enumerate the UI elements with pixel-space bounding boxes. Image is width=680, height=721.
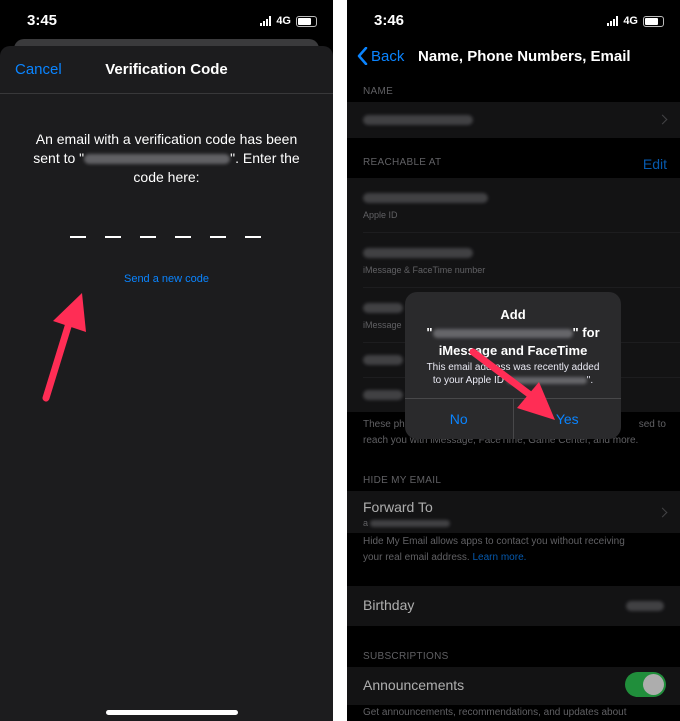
code-digit-slot (140, 236, 156, 238)
send-new-code-link[interactable]: Send a new code (0, 273, 333, 285)
right-phone-screen: 3:46 4G Back Name, Phone Numbers, Email … (347, 0, 680, 721)
alert-title-pre: " (426, 325, 433, 340)
alert-title-line-3: iMessage and FaceTime (438, 343, 588, 358)
instruction-line-2: sent to " ". Enter the (30, 149, 303, 168)
code-digit-slot (210, 236, 226, 238)
alert-no-button[interactable]: No (405, 399, 513, 439)
network-type: 4G (623, 15, 638, 27)
alert-message-line-1: This email address was recently added (426, 362, 600, 373)
alert-title-post: " for (572, 325, 600, 340)
status-icons: 4G (607, 15, 664, 27)
code-digit-slot (245, 236, 261, 238)
verification-instructions: An email with a verification code has be… (30, 130, 303, 187)
code-digit-slot (70, 236, 86, 238)
alert-title-line-1: Add (500, 307, 526, 322)
code-entry-field[interactable] (70, 236, 261, 238)
network-type: 4G (276, 15, 291, 27)
code-digit-slot (105, 236, 121, 238)
sheet-title: Verification Code (105, 61, 228, 78)
status-time: 3:45 (27, 12, 58, 29)
instruction-line-2-post: ". Enter the (230, 150, 300, 166)
instruction-line-3: code here: (133, 169, 200, 185)
back-button[interactable]: Back (357, 47, 404, 65)
chevron-left-icon (357, 47, 368, 65)
instruction-line-2-pre: sent to " (33, 150, 85, 166)
home-indicator (106, 710, 238, 715)
code-digit-slot (175, 236, 191, 238)
alert-message: This email address was recently added to… (415, 361, 611, 387)
alert-message-line-2: to your Apple ID ". (415, 374, 611, 387)
alert-buttons: No Yes (405, 398, 621, 439)
alert-title-line-2: " " for (415, 324, 611, 342)
status-icons: 4G (260, 15, 317, 27)
alert-message-pre: to your Apple ID (432, 375, 505, 386)
navigation-bar: Back Name, Phone Numbers, Email (347, 40, 680, 75)
alert-yes-button[interactable]: Yes (512, 399, 622, 439)
sheet-header: Cancel Verification Code (0, 46, 333, 94)
signal-icon (260, 16, 272, 26)
status-time: 3:46 (374, 12, 405, 29)
left-phone-screen: 3:45 4G Cancel Verification Code An emai… (0, 0, 333, 721)
signal-icon (607, 16, 619, 26)
back-label: Back (371, 47, 405, 65)
add-email-alert: Add " " for iMessage and FaceTime This em… (405, 292, 621, 439)
status-bar: 3:45 4G (0, 0, 333, 40)
redacted-email (432, 329, 573, 339)
battery-icon (296, 15, 317, 27)
alert-message-post: ". (586, 375, 594, 386)
redacted-email (84, 154, 231, 165)
alert-title: Add " " for iMessage and FaceTime (415, 306, 611, 360)
page-title: Name, Phone Numbers, Email (418, 48, 631, 65)
status-bar: 3:46 4G (347, 0, 680, 40)
redacted-email (506, 376, 587, 384)
battery-icon (643, 15, 664, 27)
instruction-line-1: An email with a verification code has be… (35, 131, 298, 147)
